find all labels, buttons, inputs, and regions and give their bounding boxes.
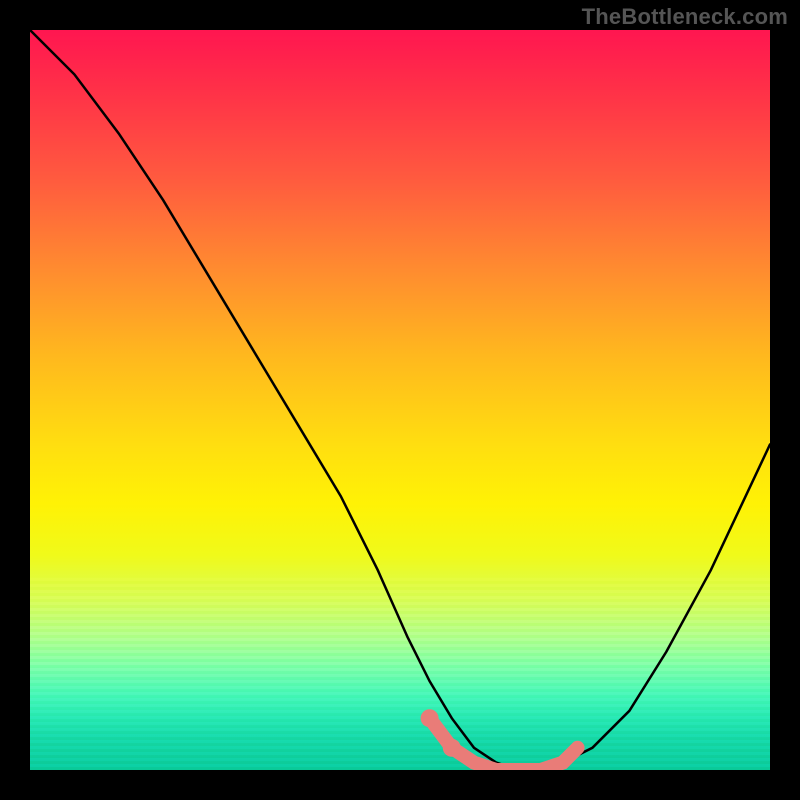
plot-area — [30, 30, 770, 770]
bottleneck-curve — [30, 30, 770, 770]
curve-svg — [30, 30, 770, 770]
chart-frame: TheBottleneck.com — [0, 0, 800, 800]
watermark-text: TheBottleneck.com — [582, 4, 788, 30]
